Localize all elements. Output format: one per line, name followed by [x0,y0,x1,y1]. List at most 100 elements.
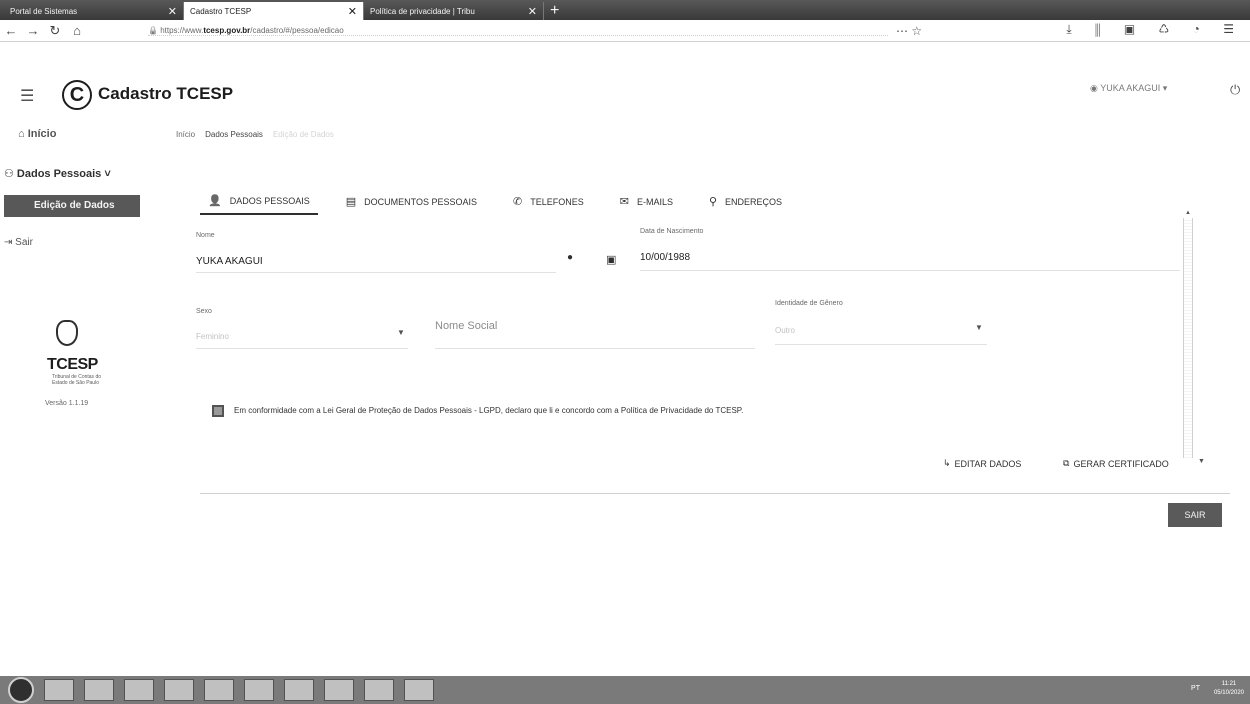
breadcrumb: Início Dados Pessoais Edição de Dados [176,130,334,139]
people-icon: ⚇ [4,168,17,180]
tab-label: TELEFONES [530,196,584,207]
url-domain: tcesp.gov.br [203,25,251,35]
scrollbar[interactable] [1183,218,1193,458]
clock-time: 11:21 [1221,681,1237,687]
back-icon[interactable]: ← [0,23,22,38]
tab-label: E-MAILS [636,196,673,207]
sidebar-item-edicao[interactable]: Edição de Dados [4,195,140,217]
reload-icon[interactable]: ↻ [44,23,66,39]
exit-icon: ⇥ [4,237,16,248]
page-actions-icon[interactable]: ⋯ ☆ [896,24,922,38]
start-button[interactable] [8,677,34,703]
tcesp-crest-icon [56,320,78,346]
calendar-icon[interactable]: ▣ [606,253,616,266]
edit-icon: ↳ [943,458,951,468]
sidebar-item-label: Início [27,128,57,140]
phone-icon: ✆ [513,196,523,208]
sair-button[interactable]: SAIR [1168,503,1222,527]
browser-tab-title: Política de privacidade | Tribu [370,6,475,16]
browser-tab-bar: Portal de Sistemas ✕ Cadastro TCESP ✕ Po… [0,0,1250,20]
chevron-down-icon: ˅ [104,168,111,180]
edit-data-label: EDITAR DADOS [954,458,1022,469]
nome-social-underline [435,348,755,349]
tab-label: DADOS PESSOAIS [229,195,310,206]
generate-certificate-button[interactable]: ⧉ GERAR CERTIFICADO [1063,458,1169,469]
document-icon: ▤ [345,196,357,208]
breadcrumb-item[interactable]: Dados Pessoais [205,130,263,139]
sexo-select[interactable]: Feminino [196,332,229,341]
scroll-up-icon[interactable]: ▲ [1185,210,1191,216]
user-label: YUKA AKAGUI ▾ [1100,83,1168,93]
genero-underline [775,344,987,345]
menu-icon[interactable]: ☰ [20,86,34,106]
nome-social-input[interactable]: Nome Social [435,320,497,332]
user-icon: ◉ [1090,83,1101,93]
url-bar: ← → ↻ ⌂ 🔒 https://www.tcesp.gov.br/cadas… [0,20,1250,42]
close-icon[interactable]: ✕ [348,5,357,18]
sidebar-item-label: Sair [15,237,33,248]
sidebar-item-dados-pessoais[interactable]: ⚇ Dados Pessoais ˅ [4,167,111,180]
lgpd-consent-text: Em conformidade com a Lei Geral de Prote… [234,406,744,415]
taskbar-app-icon[interactable] [324,679,354,701]
tab-enderecos[interactable]: ⚲ ENDEREÇOS [701,190,790,215]
scroll-down-icon[interactable]: ▼ [1198,458,1205,465]
nome-underline [196,272,556,273]
birthdate-underline [640,270,1180,271]
url-path: /cadastro/#/pessoa/edicao [250,25,344,35]
taskbar-app-icon[interactable] [404,679,434,701]
nascimento-label: Data de Nascimento [640,228,704,235]
system-tray[interactable]: PT [1191,685,1200,692]
chevron-down-icon[interactable]: ▼ [975,323,983,332]
home-icon: ⌂ [18,128,28,140]
genero-label: Identidade de Gênero [775,300,843,307]
browser-tab[interactable]: Portal de Sistemas ✕ [4,2,184,20]
nome-label: Nome [196,232,215,239]
toolbar-icons[interactable]: ⤓ ⫼ ▣ ♺ ◔ ☰ [1066,22,1244,37]
taskbar-app-icon[interactable] [364,679,394,701]
sexo-label: Sexo [196,308,212,315]
certificate-label: GERAR CERTIFICADO [1073,458,1169,469]
url-prefix: https://www. [160,25,204,35]
tab-emails[interactable]: ✉ E-MAILS [612,190,681,215]
taskbar-app-icon[interactable] [124,679,154,701]
sidebar-item-inicio[interactable]: ⌂ Início [18,128,56,140]
os-taskbar: PT 11:21 05/10/2020 [0,676,1250,704]
clock-date: 05/10/2020 [1213,690,1244,696]
taskbar-app-icon[interactable] [204,679,234,701]
tab-label: DOCUMENTOS PESSOAIS [364,196,477,207]
close-icon[interactable]: ✕ [528,5,537,18]
taskbar-app-icon[interactable] [84,679,114,701]
edit-data-button[interactable]: ↳ EDITAR DADOS [943,458,1021,469]
divider [200,493,1230,494]
power-icon[interactable]: ⏻ [1230,82,1240,98]
user-menu[interactable]: ◉ YUKA AKAGUI ▾ [1090,83,1167,94]
forward-icon[interactable]: → [22,23,44,38]
birthdate-field[interactable]: 10/00/1988 [640,252,690,263]
taskbar-app-icon[interactable] [284,679,314,701]
clock[interactable]: 11:21 05/10/2020 [1214,680,1244,698]
home-icon[interactable]: ⌂ [66,23,88,38]
taskbar-app-icon[interactable] [164,679,194,701]
browser-tab-active[interactable]: Cadastro TCESP ✕ [184,2,364,20]
genero-select[interactable]: Outro [775,326,795,335]
sidebar-item-sair[interactable]: ⇥ Sair [4,237,33,248]
sexo-underline [196,348,408,349]
taskbar-app-icon[interactable] [44,679,74,701]
new-tab-icon[interactable]: + [544,2,565,20]
tcesp-logo: TCESP [47,356,98,373]
tab-telefones[interactable]: ✆ TELEFONES [505,190,592,215]
taskbar-app-icon[interactable] [244,679,274,701]
nome-field[interactable]: YUKA AKAGUI [196,256,263,267]
lgpd-checkbox[interactable] [212,405,224,417]
page-title: Cadastro TCESP [98,84,234,103]
chevron-down-icon[interactable]: ▼ [397,328,405,337]
sidebar-item-label: Dados Pessoais [16,168,102,180]
location-pin-icon: ● [567,252,574,263]
address-input[interactable]: 🔒 https://www.tcesp.gov.br/cadastro/#/pe… [148,26,888,36]
tab-label: ENDEREÇOS [725,196,783,207]
tab-documentos-pessoais[interactable]: ▤ DOCUMENTOS PESSOAIS [338,190,485,215]
tab-dados-pessoais[interactable]: 👤 DADOS PESSOAIS [200,190,318,215]
browser-tab[interactable]: Política de privacidade | Tribu ✕ [364,2,544,20]
breadcrumb-item[interactable]: Início [176,130,195,139]
close-icon[interactable]: ✕ [168,5,177,18]
